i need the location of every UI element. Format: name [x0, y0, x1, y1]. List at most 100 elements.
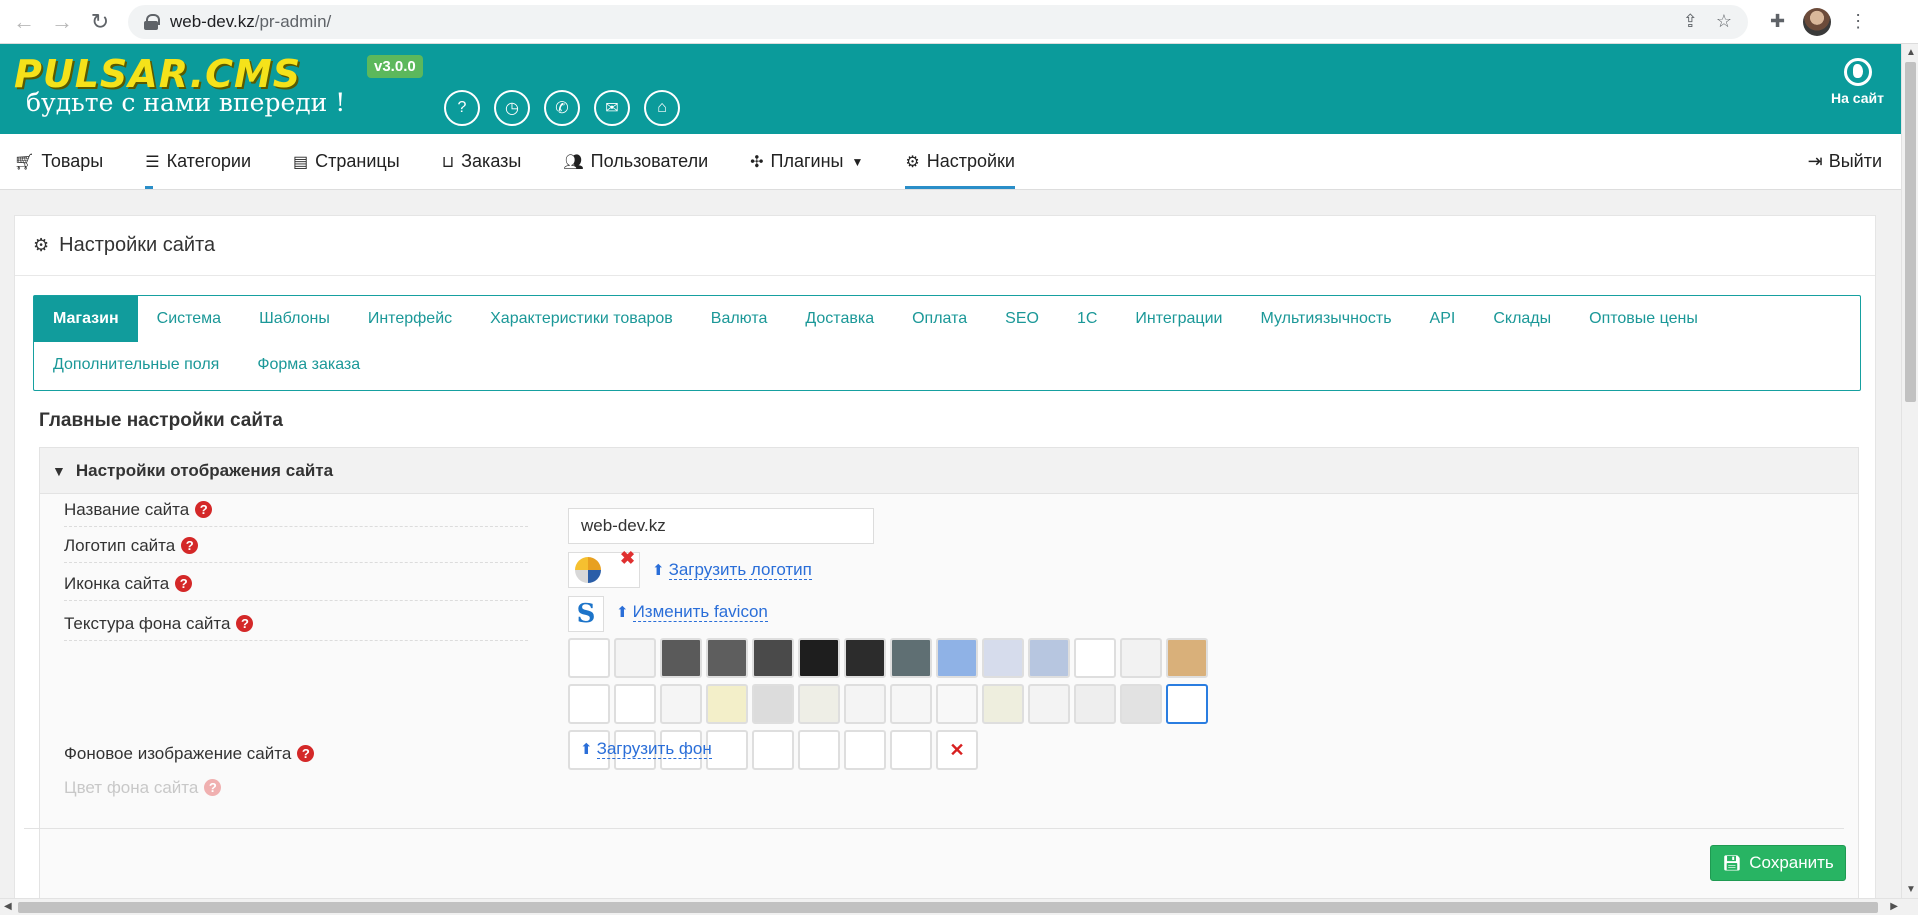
tab-8[interactable]: Оплата [893, 296, 986, 342]
shop-icon[interactable]: ⌂ [644, 90, 680, 126]
menu-item-settings[interactable]: ⚙ Настройки [905, 134, 1015, 189]
texture-swatch[interactable] [660, 638, 702, 678]
clear-texture-icon[interactable]: ✕ [936, 730, 978, 770]
kebab-menu-icon[interactable]: ⋮ [1849, 11, 1867, 32]
tab-15[interactable]: Оптовые цены [1570, 296, 1717, 342]
help-icon[interactable]: ? [175, 575, 193, 592]
scroll-thumb[interactable] [18, 902, 1878, 913]
texture-swatch[interactable] [936, 638, 978, 678]
clock-icon[interactable]: ◷ [494, 90, 530, 126]
menu-item-pages[interactable]: ▤ Страницы [293, 134, 400, 189]
texture-swatch[interactable] [706, 638, 748, 678]
link-text: Изменить favicon [632, 602, 768, 622]
texture-swatch[interactable] [890, 638, 932, 678]
scroll-thumb[interactable] [1905, 62, 1916, 402]
scroll-left-icon[interactable]: ◀ [4, 901, 12, 912]
texture-swatch[interactable] [890, 684, 932, 724]
scroll-down-icon[interactable]: ▼ [1906, 884, 1916, 895]
forward-icon[interactable]: → [48, 8, 76, 36]
upload-bg-link[interactable]: ⬆ Загрузить фон [580, 739, 712, 759]
tab-1[interactable]: Магазин [34, 296, 138, 342]
help-icon[interactable]: ? [236, 615, 254, 632]
vertical-scrollbar[interactable]: ▲ ▼ [1901, 44, 1918, 898]
tab-3[interactable]: Шаблоны [240, 296, 349, 342]
address-bar[interactable]: web-dev.kz/pr-admin/ ⇪ ☆ [128, 4, 1748, 39]
tab-13[interactable]: API [1411, 296, 1475, 342]
texture-swatch[interactable] [844, 684, 886, 724]
tab-11[interactable]: Интеграции [1116, 296, 1241, 342]
texture-swatch[interactable] [982, 638, 1024, 678]
texture-swatch[interactable] [798, 638, 840, 678]
extensions-icon[interactable]: ✚ [1770, 11, 1785, 32]
to-site-button[interactable]: На сайт [1831, 58, 1884, 106]
texture-swatch[interactable] [798, 684, 840, 724]
texture-swatch[interactable] [752, 684, 794, 724]
texture-swatch[interactable] [982, 684, 1024, 724]
tab-5[interactable]: Характеристики товаров [471, 296, 692, 342]
phone-icon[interactable]: ✆ [544, 90, 580, 126]
texture-swatch[interactable] [798, 730, 840, 770]
chat-icon[interactable]: ✉ [594, 90, 630, 126]
logout-button[interactable]: ⇥ Выйти [1808, 134, 1882, 189]
texture-swatch[interactable] [706, 730, 748, 770]
help-icon[interactable]: ? [297, 745, 315, 762]
texture-swatch[interactable] [1166, 638, 1208, 678]
scroll-up-icon[interactable]: ▲ [1906, 47, 1916, 58]
bg-color-label: Цвет фона сайта? [64, 778, 528, 804]
tab-10[interactable]: 1С [1058, 296, 1116, 342]
accordion-header[interactable]: ▼ Настройки отображения сайта [40, 448, 1858, 494]
texture-swatch[interactable] [568, 684, 610, 724]
reload-icon[interactable]: ↻ [86, 8, 114, 36]
delete-logo-icon[interactable]: ✖ [620, 548, 635, 569]
texture-swatch[interactable] [844, 730, 886, 770]
globe-icon [1843, 58, 1872, 86]
menu-item-orders[interactable]: ⊔ Заказы [442, 134, 522, 189]
save-button[interactable]: 💾︎ Сохранить [1710, 845, 1846, 881]
star-icon[interactable]: ☆ [1716, 11, 1732, 32]
texture-swatch[interactable] [568, 638, 610, 678]
logo[interactable]: PULSAR.CMS будьте с нами впереди ! [14, 52, 364, 116]
texture-swatch[interactable] [1028, 684, 1070, 724]
tab-9[interactable]: SEO [986, 296, 1058, 342]
texture-swatch[interactable] [844, 638, 886, 678]
share-icon[interactable]: ⇪ [1683, 11, 1698, 32]
texture-swatch[interactable] [890, 730, 932, 770]
menu-item-plugins[interactable]: ✣ Плагины ▼ [750, 134, 863, 189]
texture-swatch[interactable] [752, 730, 794, 770]
texture-swatch[interactable] [1120, 638, 1162, 678]
profile-avatar[interactable] [1803, 7, 1832, 36]
tab-2[interactable]: Форма заказа [238, 342, 379, 388]
tab-6[interactable]: Валюта [692, 296, 787, 342]
back-icon[interactable]: ← [10, 8, 38, 36]
tab-1[interactable]: Дополнительные поля [34, 342, 238, 388]
logout-label: Выйти [1828, 151, 1882, 171]
tab-14[interactable]: Склады [1474, 296, 1570, 342]
tab-7[interactable]: Доставка [786, 296, 893, 342]
horizontal-scrollbar[interactable]: ◀ ▶ [0, 898, 1918, 915]
texture-swatch[interactable] [614, 684, 656, 724]
help-icon[interactable]: ? [195, 501, 213, 518]
scroll-right-icon[interactable]: ▶ [1890, 901, 1898, 912]
site-name-input[interactable] [568, 508, 874, 544]
menu-item-categories[interactable]: ☰ Категории [145, 134, 251, 189]
upload-logo-link[interactable]: ⬆ Загрузить логотип [652, 560, 812, 580]
texture-swatch[interactable] [706, 684, 748, 724]
tab-2[interactable]: Система [138, 296, 240, 342]
texture-swatch[interactable] [614, 638, 656, 678]
question-icon[interactable]: ? [444, 90, 480, 126]
help-icon[interactable]: ? [181, 537, 199, 554]
change-favicon-link[interactable]: ⬆ Изменить favicon [616, 602, 768, 622]
texture-swatch[interactable] [1074, 684, 1116, 724]
tab-4[interactable]: Интерфейс [349, 296, 471, 342]
texture-swatch[interactable] [752, 638, 794, 678]
texture-swatch[interactable] [1120, 684, 1162, 724]
texture-swatch[interactable] [660, 684, 702, 724]
texture-swatch[interactable] [1028, 638, 1070, 678]
texture-swatch[interactable] [1166, 684, 1208, 724]
menu-item-products[interactable]: 🛒︎ Товары [14, 134, 103, 189]
tab-12[interactable]: Мультиязычность [1241, 296, 1410, 342]
texture-swatch[interactable] [936, 684, 978, 724]
help-icon[interactable]: ? [204, 779, 222, 796]
texture-swatch[interactable] [1074, 638, 1116, 678]
menu-item-users[interactable]: 👥︎ Пользователи [563, 134, 708, 189]
